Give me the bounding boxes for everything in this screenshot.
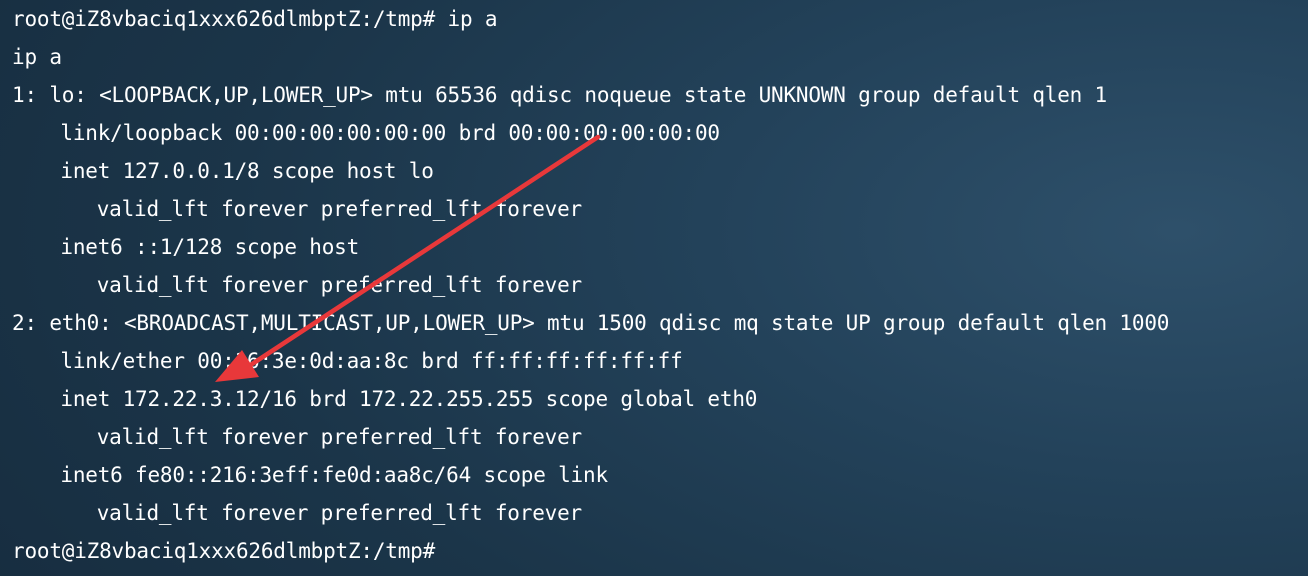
- line-text: 1: lo: <LOOPBACK,UP,LOWER_UP> mtu 65536 …: [12, 83, 1107, 107]
- output-line: inet 172.22.3.12/16 brd 172.22.255.255 s…: [60, 380, 757, 418]
- output-line: 1: lo: <LOOPBACK,UP,LOWER_UP> mtu 65536 …: [12, 76, 1107, 114]
- output-line: ip a: [12, 38, 62, 76]
- line-text: inet 172.22.3.12/16 brd 172.22.255.255 s…: [60, 387, 758, 411]
- output-line: valid_lft forever preferred_lft forever: [97, 190, 582, 228]
- terminal-window[interactable]: root@iZ8vbaciq1xxx626dlmbptZ:/tmp# ip a …: [0, 0, 1308, 576]
- line-text: 2: eth0: <BROADCAST,MULTICAST,UP,LOWER_U…: [12, 311, 1170, 335]
- line-text: link/ether 00:16:3e:0d:aa:8c brd ff:ff:f…: [60, 349, 683, 373]
- line-text: root@iZ8vbaciq1xxx626dlmbptZ:/tmp#: [12, 539, 436, 563]
- line-text: inet 127.0.0.1/8 scope host lo: [60, 159, 434, 183]
- output-line: valid_lft forever preferred_lft forever: [97, 418, 582, 456]
- output-line: link/loopback 00:00:00:00:00:00 brd 00:0…: [60, 114, 720, 152]
- line-text: root@iZ8vbaciq1xxx626dlmbptZ:/tmp# ip a: [12, 7, 498, 31]
- output-line: inet 127.0.0.1/8 scope host lo: [60, 152, 433, 190]
- line-text: valid_lft forever preferred_lft forever: [96, 501, 582, 525]
- line-text: inet6 ::1/128 scope host: [60, 235, 360, 259]
- line-text: valid_lft forever preferred_lft forever: [96, 197, 582, 221]
- prompt-line: root@iZ8vbaciq1xxx626dlmbptZ:/tmp# ip a: [12, 0, 497, 38]
- output-line: link/ether 00:16:3e:0d:aa:8c brd ff:ff:f…: [60, 342, 682, 380]
- line-text: inet6 fe80::216:3eff:fe0d:aa8c/64 scope …: [60, 463, 608, 487]
- output-line: valid_lft forever preferred_lft forever: [97, 494, 582, 532]
- output-line: valid_lft forever preferred_lft forever: [97, 266, 582, 304]
- line-text: ip a: [12, 45, 62, 69]
- line-text: link/loopback 00:00:00:00:00:00 brd 00:0…: [60, 121, 720, 145]
- output-line: 2: eth0: <BROADCAST,MULTICAST,UP,LOWER_U…: [12, 304, 1169, 342]
- line-text: valid_lft forever preferred_lft forever: [96, 425, 582, 449]
- output-line: inet6 fe80::216:3eff:fe0d:aa8c/64 scope …: [60, 456, 608, 494]
- line-text: valid_lft forever preferred_lft forever: [96, 273, 582, 297]
- output-line: inet6 ::1/128 scope host: [60, 228, 359, 266]
- prompt-line[interactable]: root@iZ8vbaciq1xxx626dlmbptZ:/tmp#: [12, 532, 435, 570]
